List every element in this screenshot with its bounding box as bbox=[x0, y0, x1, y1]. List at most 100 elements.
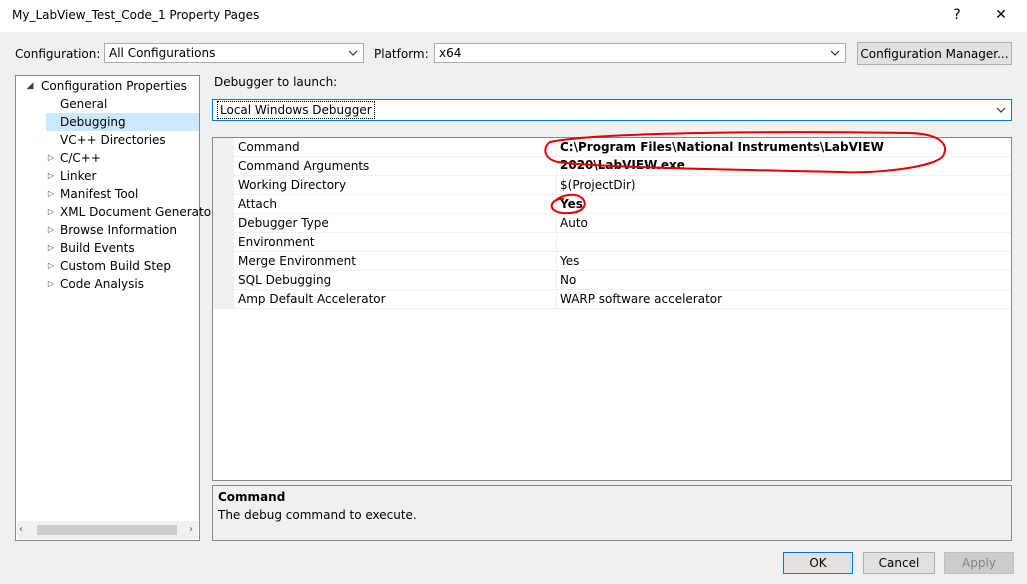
help-button[interactable]: ? bbox=[935, 0, 979, 30]
column-divider bbox=[556, 290, 557, 309]
column-divider bbox=[556, 214, 557, 233]
tree-item[interactable]: ▷ Build Events bbox=[48, 239, 135, 257]
expand-icon[interactable]: ▷ bbox=[46, 203, 56, 221]
tree-item-label: VC++ Directories bbox=[60, 133, 166, 147]
chevron-down-icon bbox=[348, 50, 358, 56]
property-row[interactable]: Working Directory $(ProjectDir) bbox=[213, 176, 1011, 195]
apply-button[interactable]: Apply bbox=[944, 552, 1014, 574]
property-name: Working Directory bbox=[238, 178, 347, 192]
tree-item[interactable]: ▷ C/C++ bbox=[48, 149, 101, 167]
configuration-label: Configuration: bbox=[15, 47, 101, 61]
property-value[interactable]: Yes bbox=[560, 252, 579, 270]
configuration-manager-button[interactable]: Configuration Manager... bbox=[857, 42, 1012, 65]
property-value[interactable]: $(ProjectDir) bbox=[560, 176, 636, 194]
expand-icon[interactable]: ▷ bbox=[46, 257, 56, 275]
expand-icon[interactable]: ▷ bbox=[46, 239, 56, 257]
description-panel: Command The debug command to execute. bbox=[212, 485, 1012, 541]
scroll-thumb[interactable] bbox=[37, 525, 177, 535]
row-gutter bbox=[213, 214, 234, 233]
row-gutter bbox=[213, 176, 234, 195]
property-name: Amp Default Accelerator bbox=[238, 292, 386, 306]
ok-label: OK bbox=[809, 556, 827, 570]
tree-item[interactable]: Debugging bbox=[46, 113, 199, 131]
property-name: Command bbox=[238, 140, 300, 154]
row-gutter bbox=[213, 271, 234, 290]
chevron-down-icon bbox=[830, 50, 840, 56]
tree-item-label: Build Events bbox=[60, 241, 135, 255]
tree-horizontal-scrollbar[interactable]: ‹ › bbox=[17, 521, 198, 539]
chevron-down-icon bbox=[996, 107, 1006, 113]
ok-button[interactable]: OK bbox=[783, 552, 853, 574]
tree-item[interactable]: ▷ Browse Information bbox=[48, 221, 177, 239]
row-gutter bbox=[213, 157, 234, 176]
cancel-label: Cancel bbox=[878, 556, 920, 570]
tree-item[interactable]: ▷ XML Document Generator bbox=[48, 203, 216, 221]
debugger-value: Local Windows Debugger bbox=[217, 101, 375, 119]
title-bar: My_LabView_Test_Code_1 Property Pages ? … bbox=[0, 0, 1027, 32]
property-row[interactable]: SQL Debugging No bbox=[213, 271, 1011, 290]
tree-item-label: Code Analysis bbox=[60, 277, 144, 291]
property-name: Debugger Type bbox=[238, 216, 329, 230]
platform-dropdown[interactable]: x64 bbox=[434, 43, 846, 63]
help-icon: ? bbox=[953, 7, 961, 23]
column-divider bbox=[556, 271, 557, 290]
scroll-right-icon[interactable]: › bbox=[189, 524, 193, 535]
configuration-dropdown[interactable]: All Configurations bbox=[104, 43, 364, 63]
property-row[interactable]: Attach Yes bbox=[213, 195, 1011, 214]
column-divider bbox=[556, 176, 557, 195]
property-row[interactable]: Merge Environment Yes bbox=[213, 252, 1011, 271]
column-divider bbox=[556, 233, 557, 252]
property-row[interactable]: Amp Default Accelerator WARP software acc… bbox=[213, 290, 1011, 309]
expand-icon[interactable]: ▷ bbox=[46, 275, 56, 293]
expand-icon[interactable]: ▷ bbox=[46, 221, 56, 239]
scroll-left-icon[interactable]: ‹ bbox=[19, 524, 23, 535]
expand-icon[interactable]: ▷ bbox=[46, 167, 56, 185]
row-gutter bbox=[213, 138, 234, 157]
platform-value: x64 bbox=[439, 46, 462, 60]
expand-icon[interactable]: ▷ bbox=[46, 149, 56, 167]
expand-icon[interactable]: ▷ bbox=[46, 185, 56, 203]
tree-item-label: Linker bbox=[60, 169, 97, 183]
tree-item[interactable]: General bbox=[60, 95, 107, 113]
column-divider bbox=[556, 138, 557, 157]
description-title: Command bbox=[218, 490, 286, 504]
column-divider bbox=[556, 195, 557, 214]
row-gutter bbox=[213, 252, 234, 271]
cancel-button[interactable]: Cancel bbox=[863, 552, 935, 574]
property-grid[interactable]: Command C:\Program Files\National Instrum… bbox=[212, 137, 1012, 481]
column-divider bbox=[556, 157, 557, 176]
property-value[interactable]: No bbox=[560, 271, 576, 289]
tree-item-label: Debugging bbox=[60, 115, 126, 129]
close-icon: ✕ bbox=[995, 7, 1007, 23]
description-text: The debug command to execute. bbox=[218, 508, 417, 522]
property-row[interactable]: Command Arguments bbox=[213, 157, 1011, 176]
property-name: Attach bbox=[238, 197, 277, 211]
window-title: My_LabView_Test_Code_1 Property Pages bbox=[12, 8, 260, 22]
property-row[interactable]: Environment bbox=[213, 233, 1011, 252]
property-tree[interactable]: ◢ Configuration Properties General Debugg… bbox=[15, 75, 216, 541]
tree-item-label: C/C++ bbox=[60, 151, 101, 165]
debugger-launch-label: Debugger to launch: bbox=[214, 75, 338, 89]
debugger-dropdown[interactable]: Local Windows Debugger bbox=[212, 99, 1012, 121]
configuration-manager-label: Configuration Manager... bbox=[860, 46, 1009, 61]
tree-item[interactable]: VC++ Directories bbox=[60, 131, 166, 149]
configuration-value: All Configurations bbox=[109, 46, 216, 60]
property-value[interactable]: Auto bbox=[560, 214, 588, 232]
collapse-icon[interactable]: ◢ bbox=[25, 77, 35, 95]
tree-item-label: XML Document Generator bbox=[60, 205, 216, 219]
tree-item[interactable]: ▷ Linker bbox=[48, 167, 97, 185]
tree-item[interactable]: ▷ Manifest Tool bbox=[48, 185, 139, 203]
tree-item[interactable]: ▷ Custom Build Step bbox=[48, 257, 171, 275]
tree-root-configuration-properties[interactable]: ◢ Configuration Properties bbox=[27, 77, 187, 95]
property-value[interactable]: WARP software accelerator bbox=[560, 290, 722, 308]
property-row[interactable]: Debugger Type Auto bbox=[213, 214, 1011, 233]
property-name: Environment bbox=[238, 235, 315, 249]
property-row[interactable]: Command C:\Program Files\National Instrum… bbox=[213, 138, 1011, 172]
tree-item[interactable]: ▷ Code Analysis bbox=[48, 275, 144, 293]
close-button[interactable]: ✕ bbox=[979, 0, 1023, 30]
row-gutter bbox=[213, 290, 234, 309]
property-value[interactable]: Yes bbox=[560, 195, 583, 213]
apply-label: Apply bbox=[962, 556, 996, 570]
platform-label: Platform: bbox=[374, 47, 429, 61]
tree-item-label: Manifest Tool bbox=[60, 187, 139, 201]
